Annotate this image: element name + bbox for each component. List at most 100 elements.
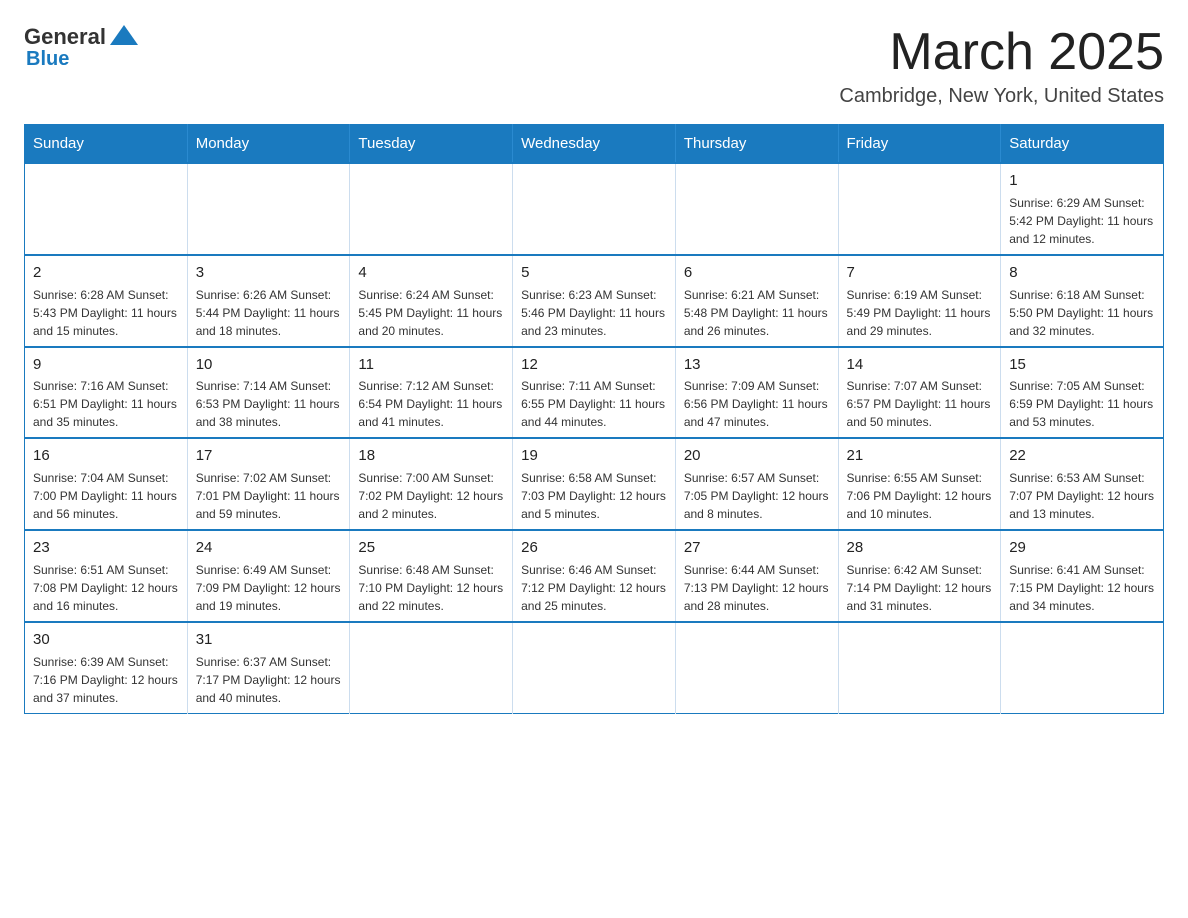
day-number: 20 xyxy=(684,445,830,467)
day-number: 23 xyxy=(33,537,179,559)
calendar-cell: 31Sunrise: 6:37 AM Sunset: 7:17 PM Dayli… xyxy=(187,622,350,713)
day-number: 18 xyxy=(358,445,504,467)
day-info: Sunrise: 6:49 AM Sunset: 7:09 PM Dayligh… xyxy=(196,561,342,615)
day-number: 28 xyxy=(847,537,993,559)
day-info: Sunrise: 6:51 AM Sunset: 7:08 PM Dayligh… xyxy=(33,561,179,615)
logo-triangle-icon xyxy=(110,25,138,45)
day-info: Sunrise: 7:04 AM Sunset: 7:00 PM Dayligh… xyxy=(33,469,179,523)
calendar-cell: 16Sunrise: 7:04 AM Sunset: 7:00 PM Dayli… xyxy=(25,438,188,530)
calendar-week-row: 16Sunrise: 7:04 AM Sunset: 7:00 PM Dayli… xyxy=(25,438,1164,530)
day-info: Sunrise: 6:53 AM Sunset: 7:07 PM Dayligh… xyxy=(1009,469,1155,523)
calendar-cell: 18Sunrise: 7:00 AM Sunset: 7:02 PM Dayli… xyxy=(350,438,513,530)
calendar-cell xyxy=(350,622,513,713)
day-number: 26 xyxy=(521,537,667,559)
calendar-cell: 26Sunrise: 6:46 AM Sunset: 7:12 PM Dayli… xyxy=(513,530,676,622)
calendar-cell: 29Sunrise: 6:41 AM Sunset: 7:15 PM Dayli… xyxy=(1001,530,1164,622)
calendar-cell xyxy=(513,163,676,255)
day-number: 3 xyxy=(196,262,342,284)
day-number: 10 xyxy=(196,354,342,376)
day-info: Sunrise: 6:24 AM Sunset: 5:45 PM Dayligh… xyxy=(358,286,504,340)
weekday-header: Wednesday xyxy=(513,125,676,164)
month-title: March 2025 xyxy=(839,24,1164,81)
day-number: 1 xyxy=(1009,170,1155,192)
day-info: Sunrise: 6:21 AM Sunset: 5:48 PM Dayligh… xyxy=(684,286,830,340)
day-number: 8 xyxy=(1009,262,1155,284)
weekday-header: Sunday xyxy=(25,125,188,164)
calendar-cell: 5Sunrise: 6:23 AM Sunset: 5:46 PM Daylig… xyxy=(513,255,676,347)
weekday-header: Thursday xyxy=(675,125,838,164)
calendar-cell: 28Sunrise: 6:42 AM Sunset: 7:14 PM Dayli… xyxy=(838,530,1001,622)
calendar-cell: 10Sunrise: 7:14 AM Sunset: 6:53 PM Dayli… xyxy=(187,347,350,439)
calendar-cell: 1Sunrise: 6:29 AM Sunset: 5:42 PM Daylig… xyxy=(1001,163,1164,255)
day-info: Sunrise: 6:42 AM Sunset: 7:14 PM Dayligh… xyxy=(847,561,993,615)
day-number: 22 xyxy=(1009,445,1155,467)
day-info: Sunrise: 6:48 AM Sunset: 7:10 PM Dayligh… xyxy=(358,561,504,615)
calendar-cell: 24Sunrise: 6:49 AM Sunset: 7:09 PM Dayli… xyxy=(187,530,350,622)
calendar-cell: 4Sunrise: 6:24 AM Sunset: 5:45 PM Daylig… xyxy=(350,255,513,347)
calendar-cell xyxy=(187,163,350,255)
day-info: Sunrise: 6:46 AM Sunset: 7:12 PM Dayligh… xyxy=(521,561,667,615)
day-info: Sunrise: 6:26 AM Sunset: 5:44 PM Dayligh… xyxy=(196,286,342,340)
page-header: General Blue March 2025 Cambridge, New Y… xyxy=(24,24,1164,108)
day-number: 7 xyxy=(847,262,993,284)
day-number: 16 xyxy=(33,445,179,467)
calendar-cell: 21Sunrise: 6:55 AM Sunset: 7:06 PM Dayli… xyxy=(838,438,1001,530)
day-info: Sunrise: 7:16 AM Sunset: 6:51 PM Dayligh… xyxy=(33,377,179,431)
day-number: 24 xyxy=(196,537,342,559)
calendar-cell: 25Sunrise: 6:48 AM Sunset: 7:10 PM Dayli… xyxy=(350,530,513,622)
calendar-cell: 23Sunrise: 6:51 AM Sunset: 7:08 PM Dayli… xyxy=(25,530,188,622)
calendar-cell: 12Sunrise: 7:11 AM Sunset: 6:55 PM Dayli… xyxy=(513,347,676,439)
day-number: 6 xyxy=(684,262,830,284)
day-info: Sunrise: 6:37 AM Sunset: 7:17 PM Dayligh… xyxy=(196,653,342,707)
weekday-header: Saturday xyxy=(1001,125,1164,164)
title-section: March 2025 Cambridge, New York, United S… xyxy=(839,24,1164,108)
logo-blue: Blue xyxy=(26,48,69,71)
calendar-cell: 8Sunrise: 6:18 AM Sunset: 5:50 PM Daylig… xyxy=(1001,255,1164,347)
day-info: Sunrise: 7:02 AM Sunset: 7:01 PM Dayligh… xyxy=(196,469,342,523)
day-info: Sunrise: 7:11 AM Sunset: 6:55 PM Dayligh… xyxy=(521,377,667,431)
calendar-cell: 9Sunrise: 7:16 AM Sunset: 6:51 PM Daylig… xyxy=(25,347,188,439)
calendar-cell xyxy=(838,163,1001,255)
calendar-cell: 6Sunrise: 6:21 AM Sunset: 5:48 PM Daylig… xyxy=(675,255,838,347)
day-info: Sunrise: 6:55 AM Sunset: 7:06 PM Dayligh… xyxy=(847,469,993,523)
calendar-cell: 7Sunrise: 6:19 AM Sunset: 5:49 PM Daylig… xyxy=(838,255,1001,347)
calendar-cell: 30Sunrise: 6:39 AM Sunset: 7:16 PM Dayli… xyxy=(25,622,188,713)
calendar-cell: 27Sunrise: 6:44 AM Sunset: 7:13 PM Dayli… xyxy=(675,530,838,622)
day-number: 13 xyxy=(684,354,830,376)
day-info: Sunrise: 6:44 AM Sunset: 7:13 PM Dayligh… xyxy=(684,561,830,615)
calendar-cell: 13Sunrise: 7:09 AM Sunset: 6:56 PM Dayli… xyxy=(675,347,838,439)
day-number: 9 xyxy=(33,354,179,376)
day-number: 31 xyxy=(196,629,342,651)
day-number: 2 xyxy=(33,262,179,284)
calendar-cell xyxy=(513,622,676,713)
logo-general: General xyxy=(24,24,106,50)
day-number: 12 xyxy=(521,354,667,376)
day-number: 15 xyxy=(1009,354,1155,376)
logo: General Blue xyxy=(24,24,138,71)
day-number: 27 xyxy=(684,537,830,559)
calendar-week-row: 23Sunrise: 6:51 AM Sunset: 7:08 PM Dayli… xyxy=(25,530,1164,622)
day-number: 14 xyxy=(847,354,993,376)
calendar-cell: 3Sunrise: 6:26 AM Sunset: 5:44 PM Daylig… xyxy=(187,255,350,347)
calendar-cell xyxy=(350,163,513,255)
day-number: 5 xyxy=(521,262,667,284)
day-info: Sunrise: 7:07 AM Sunset: 6:57 PM Dayligh… xyxy=(847,377,993,431)
day-info: Sunrise: 7:00 AM Sunset: 7:02 PM Dayligh… xyxy=(358,469,504,523)
calendar-cell: 2Sunrise: 6:28 AM Sunset: 5:43 PM Daylig… xyxy=(25,255,188,347)
calendar-week-row: 30Sunrise: 6:39 AM Sunset: 7:16 PM Dayli… xyxy=(25,622,1164,713)
calendar-week-row: 9Sunrise: 7:16 AM Sunset: 6:51 PM Daylig… xyxy=(25,347,1164,439)
calendar-table: SundayMondayTuesdayWednesdayThursdayFrid… xyxy=(24,124,1164,714)
calendar-cell xyxy=(675,622,838,713)
day-info: Sunrise: 7:05 AM Sunset: 6:59 PM Dayligh… xyxy=(1009,377,1155,431)
day-number: 29 xyxy=(1009,537,1155,559)
calendar-cell: 14Sunrise: 7:07 AM Sunset: 6:57 PM Dayli… xyxy=(838,347,1001,439)
calendar-cell xyxy=(675,163,838,255)
weekday-header: Monday xyxy=(187,125,350,164)
day-number: 17 xyxy=(196,445,342,467)
day-number: 30 xyxy=(33,629,179,651)
day-info: Sunrise: 6:39 AM Sunset: 7:16 PM Dayligh… xyxy=(33,653,179,707)
location-title: Cambridge, New York, United States xyxy=(839,85,1164,108)
day-info: Sunrise: 6:29 AM Sunset: 5:42 PM Dayligh… xyxy=(1009,194,1155,248)
calendar-week-row: 2Sunrise: 6:28 AM Sunset: 5:43 PM Daylig… xyxy=(25,255,1164,347)
calendar-week-row: 1Sunrise: 6:29 AM Sunset: 5:42 PM Daylig… xyxy=(25,163,1164,255)
